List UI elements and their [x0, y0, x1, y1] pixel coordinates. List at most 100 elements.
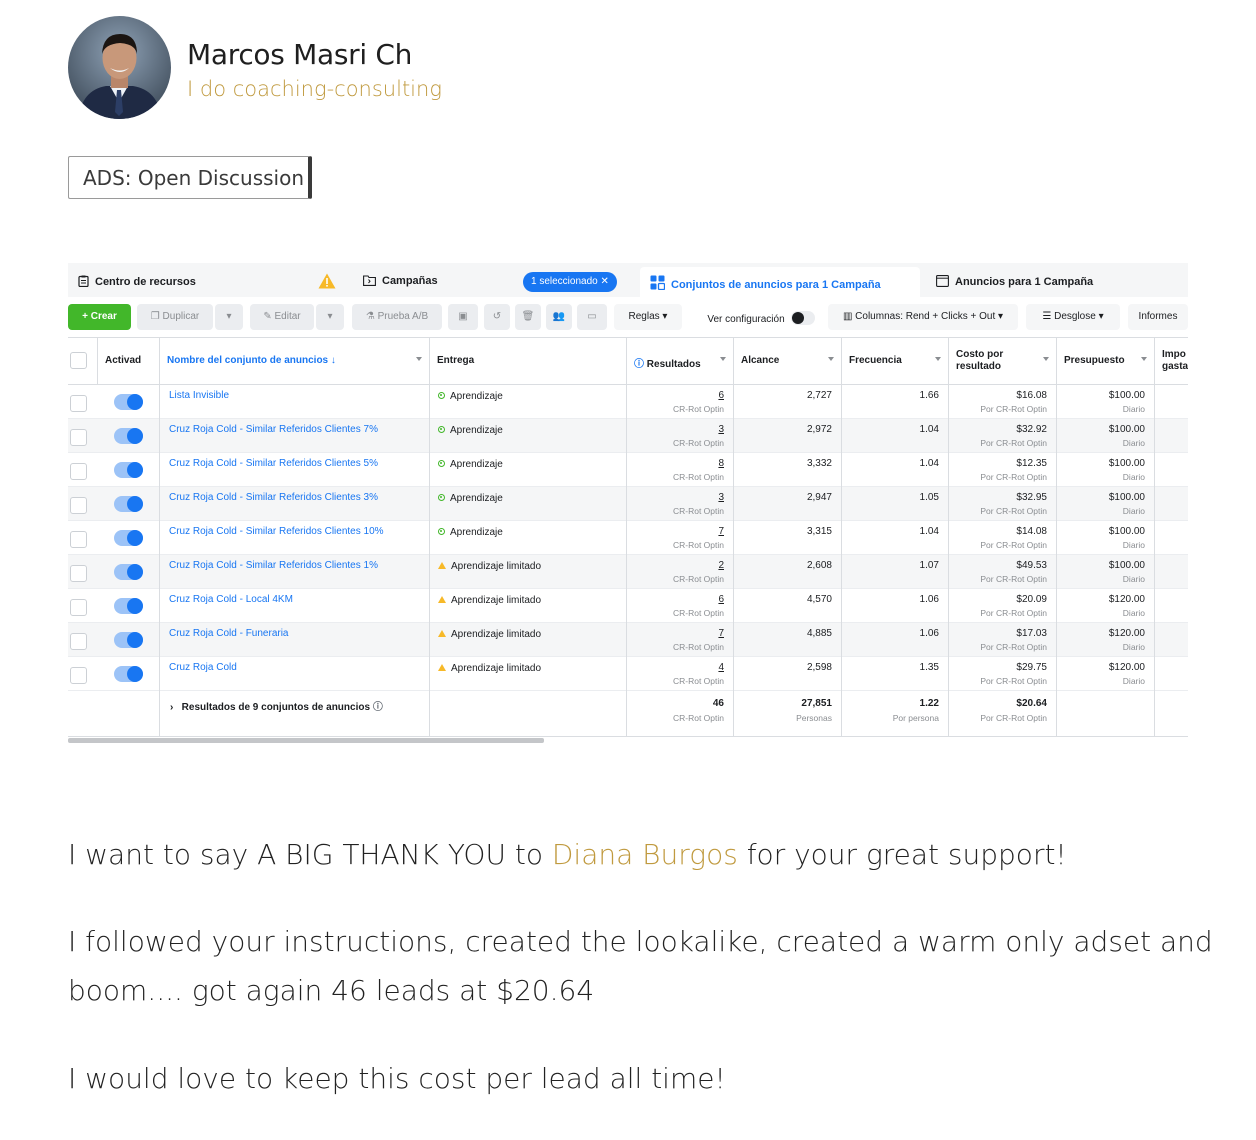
author-name[interactable]: Marcos Masri Ch — [187, 38, 412, 71]
undo-button[interactable]: ↺ — [484, 304, 510, 330]
table-row[interactable]: Cruz Roja Cold - Similar Referidos Clien… — [68, 555, 1188, 589]
results-value[interactable]: 8 — [718, 458, 724, 469]
adset-toggle[interactable] — [114, 666, 143, 682]
tab-resources[interactable]: Centro de recursos — [68, 267, 348, 297]
row-checkbox[interactable] — [70, 497, 87, 514]
author-avatar[interactable] — [68, 16, 171, 119]
tab-campaigns[interactable]: Campañas 1 seleccionado ✕ — [353, 267, 631, 297]
columns-button[interactable]: ▥ Columnas: Rend + Clicks + Out ▾ — [828, 304, 1018, 330]
archive-button[interactable]: ▣ — [448, 304, 478, 330]
table-row[interactable]: Cruz Roja Cold Aprendizaje limitado 4 CR-Ro… — [68, 657, 1188, 691]
topic-tag[interactable]: ADS: Open Discussion — [68, 156, 312, 199]
results-value[interactable]: 2 — [718, 560, 724, 571]
col-active[interactable]: Activad — [98, 338, 160, 384]
row-delivery-cell: Aprendizaje limitado — [430, 623, 627, 657]
results-value[interactable]: 6 — [718, 390, 724, 401]
totals-label-cell[interactable]: › Resultados de 9 conjuntos de anuncios … — [160, 691, 430, 737]
row-budget-cell: $100.00 Diario — [1057, 521, 1155, 555]
table-row[interactable]: Cruz Roja Cold - Funeraria Aprendizaje li… — [68, 623, 1188, 657]
adset-toggle[interactable] — [114, 394, 143, 410]
audience-button[interactable]: 👥 — [546, 304, 572, 330]
adset-name-link[interactable]: Cruz Roja Cold - Similar Referidos Clien… — [169, 492, 378, 503]
table-row[interactable]: Cruz Roja Cold - Local 4KM Aprendizaje li… — [68, 589, 1188, 623]
ab-test-button[interactable]: ⚗ Prueba A/B — [352, 304, 442, 330]
adset-name-link[interactable]: Cruz Roja Cold - Funeraria — [169, 628, 289, 639]
selected-chip[interactable]: 1 seleccionado ✕ — [523, 272, 617, 292]
table-row[interactable]: Cruz Roja Cold - Similar Referidos Clien… — [68, 419, 1188, 453]
row-checkbox[interactable] — [70, 395, 87, 412]
adset-toggle[interactable] — [114, 564, 143, 580]
view-settings-switch[interactable] — [790, 311, 815, 325]
row-active-cell — [98, 521, 160, 555]
edit-button[interactable]: ✎ Editar — [250, 304, 314, 330]
row-checkbox[interactable] — [70, 531, 87, 548]
table-row[interactable]: Cruz Roja Cold - Similar Referidos Clien… — [68, 487, 1188, 521]
results-value[interactable]: 6 — [718, 594, 724, 605]
select-all-checkbox[interactable] — [70, 352, 87, 369]
adset-name-link[interactable]: Cruz Roja Cold - Similar Referidos Clien… — [169, 560, 378, 571]
tab-campaigns-label: Campañas — [382, 275, 438, 287]
adset-toggle[interactable] — [114, 496, 143, 512]
adset-toggle[interactable] — [114, 598, 143, 614]
table-row[interactable]: Cruz Roja Cold - Similar Referidos Clien… — [68, 521, 1188, 555]
breakdown-button[interactable]: ☰ Desglose ▾ — [1026, 304, 1120, 330]
adset-name-link[interactable]: Cruz Roja Cold - Similar Referidos Clien… — [169, 526, 384, 537]
mention-link[interactable]: Diana Burgos — [552, 838, 738, 871]
adset-name-link[interactable]: Lista Invisible — [169, 390, 229, 401]
cost-value: $12.35 — [1016, 458, 1047, 469]
adset-toggle[interactable] — [114, 462, 143, 478]
adset-name-link[interactable]: Cruz Roja Cold — [169, 662, 237, 673]
chip-close-icon[interactable]: ✕ — [601, 276, 609, 287]
adset-name-link[interactable]: Cruz Roja Cold - Similar Referidos Clien… — [169, 458, 378, 469]
results-value[interactable]: 3 — [718, 424, 724, 435]
tab-ads[interactable]: Anuncios para 1 Campaña — [926, 267, 1188, 297]
col-reach[interactable]: Alcance — [734, 338, 842, 384]
row-checkbox[interactable] — [70, 565, 87, 582]
delete-button[interactable]: 🗑 — [515, 304, 541, 330]
adset-toggle[interactable] — [114, 530, 143, 546]
delivery-label: Aprendizaje — [450, 459, 503, 470]
col-cost[interactable]: Costo por resultado — [949, 338, 1057, 384]
row-checkbox[interactable] — [70, 429, 87, 446]
col-frequency[interactable]: Frecuencia — [842, 338, 949, 384]
col-results[interactable]: ⓘ Resultados — [627, 338, 734, 384]
row-frequency-cell: 1.06 — [842, 623, 949, 657]
edit-dropdown[interactable]: ▾ — [316, 304, 344, 330]
view-settings-toggle[interactable]: Ver configuración — [698, 304, 824, 330]
adset-name-link[interactable]: Cruz Roja Cold - Similar Referidos Clien… — [169, 424, 378, 435]
row-checkbox[interactable] — [70, 667, 87, 684]
preview-button[interactable]: ▭ — [577, 304, 607, 330]
ads-toolbar: + Crear ❐ Duplicar ▾ ✎ Editar ▾ ⚗ Prueba… — [68, 297, 1188, 337]
rules-button[interactable]: Reglas ▾ — [614, 304, 682, 330]
col-name[interactable]: Nombre del conjunto de anuncios ↓ — [160, 338, 430, 384]
row-checkbox[interactable] — [70, 633, 87, 650]
duplicate-dropdown[interactable]: ▾ — [215, 304, 243, 330]
reports-button[interactable]: Informes — [1128, 304, 1188, 330]
row-active-cell — [98, 453, 160, 487]
row-frequency-cell: 1.06 — [842, 589, 949, 623]
warning-icon — [438, 596, 446, 603]
horizontal-scrollbar[interactable] — [68, 738, 544, 743]
row-select-cell — [68, 589, 98, 623]
results-value[interactable]: 4 — [718, 662, 724, 673]
tab-adsets[interactable]: Conjuntos de anuncios para 1 Campaña — [640, 267, 920, 297]
adset-toggle[interactable] — [114, 632, 143, 648]
col-delivery[interactable]: Entrega — [430, 338, 627, 384]
row-name-cell: Cruz Roja Cold - Similar Referidos Clien… — [160, 521, 430, 555]
col-spent[interactable]: Impo gasta — [1155, 338, 1188, 384]
create-button[interactable]: + Crear — [68, 304, 131, 330]
adset-name-link[interactable]: Cruz Roja Cold - Local 4KM — [169, 594, 293, 605]
results-value[interactable]: 7 — [718, 628, 724, 639]
results-value[interactable]: 7 — [718, 526, 724, 537]
row-frequency-cell: 1.66 — [842, 385, 949, 419]
row-checkbox[interactable] — [70, 599, 87, 616]
row-checkbox[interactable] — [70, 463, 87, 480]
results-value[interactable]: 3 — [718, 492, 724, 503]
table-row[interactable]: Cruz Roja Cold - Similar Referidos Clien… — [68, 453, 1188, 487]
col-budget[interactable]: Presupuesto — [1057, 338, 1155, 384]
adset-toggle[interactable] — [114, 428, 143, 444]
duplicate-button[interactable]: ❐ Duplicar — [137, 304, 213, 330]
budget-value: $120.00 — [1108, 628, 1145, 639]
table-row[interactable]: Lista Invisible Aprendizaje 6 CR-Rot Optin 2… — [68, 385, 1188, 419]
totals-reach-cell: 27,851 Personas — [734, 691, 842, 737]
